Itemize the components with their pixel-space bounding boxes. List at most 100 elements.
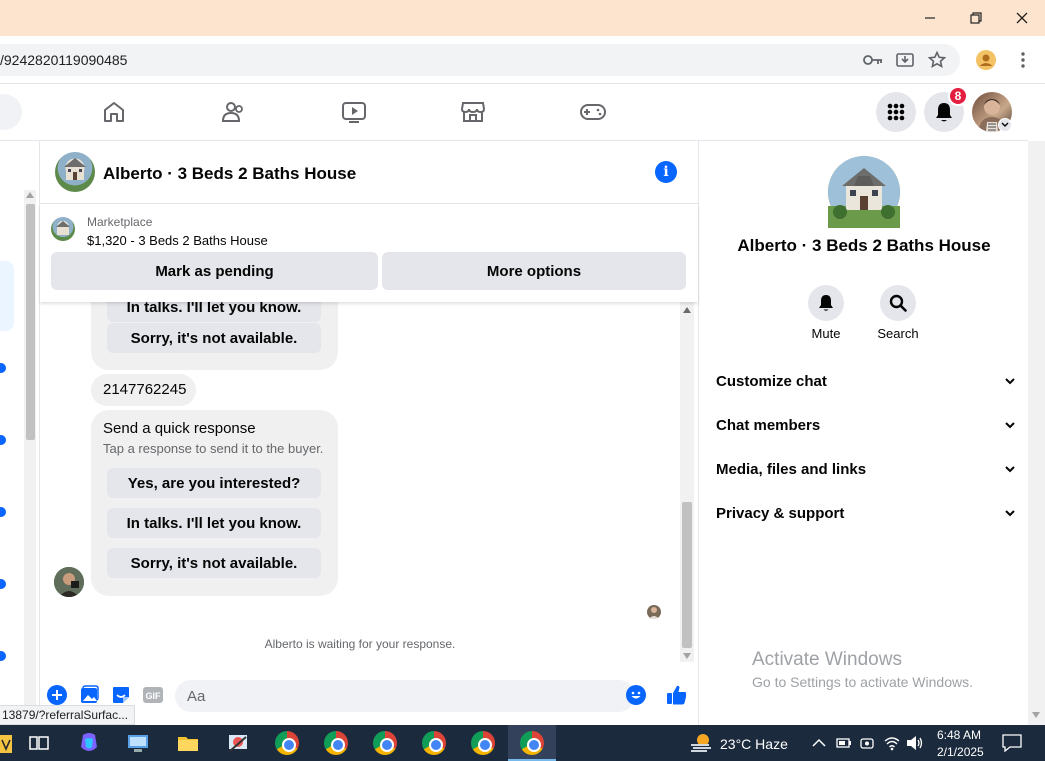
- mute-label: Mute: [811, 326, 841, 341]
- task-view-icon[interactable]: [27, 731, 51, 755]
- minimize-button[interactable]: [907, 0, 953, 36]
- bookmark-star-icon[interactable]: [926, 49, 948, 71]
- quick-reply-button[interactable]: Yes, are you interested?: [107, 468, 321, 498]
- battery-icon[interactable]: [836, 736, 852, 750]
- message-input-box[interactable]: [175, 680, 635, 712]
- privacy-support-section[interactable]: Privacy & support: [716, 505, 1016, 529]
- chat-title[interactable]: Alberto · 3 Beds 2 Baths House: [103, 164, 356, 184]
- marketplace-label: Marketplace: [87, 215, 153, 229]
- weather-haze-icon[interactable]: [689, 731, 713, 755]
- chevron-down-icon: [1005, 378, 1015, 385]
- apps-menu-button[interactable]: [876, 92, 916, 132]
- message-thread-scroll-thumb[interactable]: [682, 502, 692, 648]
- search-icon: [880, 285, 916, 321]
- close-button[interactable]: [999, 0, 1045, 36]
- message-input[interactable]: [175, 680, 595, 712]
- menu-kebab-icon[interactable]: [1012, 49, 1034, 71]
- paint-icon[interactable]: [226, 731, 250, 755]
- key-icon[interactable]: [862, 49, 884, 71]
- chrome-icon[interactable]: [373, 731, 397, 755]
- quick-reply-button[interactable]: Sorry, it's not available.: [107, 323, 321, 353]
- quick-reply-button[interactable]: In talks. I'll let you know.: [107, 508, 321, 538]
- chrome-icon[interactable]: [520, 731, 544, 755]
- watermark-subtitle: Go to Settings to activate Windows.: [752, 674, 973, 690]
- media-files-links-section[interactable]: Media, files and links: [716, 461, 1016, 485]
- mute-action[interactable]: Mute: [796, 285, 856, 341]
- conversation-list-scroll-thumb[interactable]: [26, 204, 35, 440]
- quick-response-subtitle: Tap a response to send it to the buyer.: [103, 441, 324, 456]
- listing-thumbnail[interactable]: [51, 217, 75, 241]
- listing-price-title[interactable]: $1,320 - 3 Beds 2 Baths House: [87, 233, 268, 248]
- home-icon[interactable]: [99, 98, 129, 126]
- thumbs-up-icon[interactable]: [666, 685, 686, 705]
- video-icon[interactable]: [339, 98, 369, 126]
- scroll-up-arrow-icon[interactable]: [683, 307, 691, 313]
- selected-conversation[interactable]: [0, 261, 14, 331]
- chat-avatar[interactable]: [55, 152, 95, 192]
- scroll-down-arrow-icon[interactable]: [683, 653, 691, 659]
- clock-date[interactable]: 2/1/2025: [937, 745, 984, 759]
- quick-response-bubble: Send a quick response Tap a response to …: [91, 410, 338, 596]
- start-edge[interactable]: [0, 735, 12, 753]
- search-action[interactable]: Search: [868, 285, 928, 341]
- more-options-button[interactable]: More options: [382, 252, 686, 290]
- photo-icon[interactable]: [79, 685, 99, 705]
- chevron-down-icon: [1005, 466, 1015, 473]
- chrome-icon[interactable]: [275, 731, 299, 755]
- chrome-icon[interactable]: [471, 731, 495, 755]
- info-icon[interactable]: i: [655, 161, 677, 183]
- quick-reply-button[interactable]: Sorry, it's not available.: [107, 548, 321, 578]
- unread-dot: [0, 435, 6, 445]
- emoji-icon[interactable]: [626, 685, 646, 705]
- profile-icon[interactable]: [975, 49, 997, 71]
- phone-number-text: 2147762245: [103, 381, 187, 398]
- file-explorer-icon[interactable]: [176, 731, 200, 755]
- chat-members-section[interactable]: Chat members: [716, 417, 1016, 441]
- chrome-icon[interactable]: [422, 731, 446, 755]
- bell-icon: [936, 103, 952, 122]
- sticker-icon[interactable]: [111, 685, 131, 705]
- unread-dot: [0, 651, 6, 661]
- friends-icon[interactable]: [219, 98, 249, 126]
- volume-icon[interactable]: [906, 735, 924, 751]
- chevron-up-icon[interactable]: [812, 738, 826, 748]
- weather-text[interactable]: 23°C Haze: [720, 736, 788, 752]
- scroll-down-arrow-icon[interactable]: [1032, 712, 1040, 718]
- url-text[interactable]: /9242820119090485: [0, 52, 127, 68]
- unread-dot: [0, 507, 6, 517]
- chrome-icon[interactable]: [324, 731, 348, 755]
- marketplace-listing-bar: Marketplace $1,320 - 3 Beds 2 Baths Hous…: [40, 204, 698, 302]
- section-label: Chat members: [716, 417, 821, 434]
- message-composer: GIF: [40, 676, 698, 716]
- sender-avatar[interactable]: [54, 567, 84, 597]
- grid-icon: [887, 103, 905, 121]
- gaming-icon[interactable]: [578, 98, 608, 126]
- conversation-info-panel: Alberto · 3 Beds 2 Baths House Mute Sear…: [698, 141, 1028, 725]
- clock-time[interactable]: 6:48 AM: [937, 728, 981, 742]
- customize-chat-section[interactable]: Customize chat: [716, 373, 1016, 397]
- notification-badge: 8: [948, 86, 968, 106]
- message-bubble: 2147762245: [91, 374, 196, 406]
- read-receipt-avatar: [647, 605, 661, 619]
- account-menu-chevron-icon[interactable]: [998, 118, 1012, 132]
- panel-title: Alberto · 3 Beds 2 Baths House: [737, 236, 991, 255]
- scroll-up-arrow-icon[interactable]: [26, 192, 34, 198]
- mark-as-pending-button[interactable]: Mark as pending: [51, 252, 378, 290]
- gif-icon[interactable]: GIF: [143, 685, 163, 705]
- notification-center-icon[interactable]: [1002, 734, 1022, 752]
- install-app-icon[interactable]: [894, 49, 916, 71]
- meet-now-icon[interactable]: [860, 736, 874, 750]
- address-bar[interactable]: /9242820119090485: [0, 44, 960, 76]
- wifi-icon[interactable]: [884, 735, 900, 751]
- restore-button[interactable]: [953, 0, 999, 36]
- page-scrollbar[interactable]: [1028, 141, 1045, 725]
- search-box-edge[interactable]: [0, 94, 22, 130]
- svg-text:GIF: GIF: [146, 691, 162, 701]
- computer-icon[interactable]: [126, 731, 150, 755]
- copilot-icon[interactable]: [77, 731, 101, 755]
- section-label: Customize chat: [716, 373, 827, 390]
- status-bar-url: 13879/?referralSurfac...: [0, 705, 136, 725]
- activate-windows-watermark: Activate Windows Go to Settings to activ…: [752, 649, 973, 690]
- plus-circle-icon[interactable]: [47, 685, 67, 705]
- marketplace-icon[interactable]: [458, 98, 488, 126]
